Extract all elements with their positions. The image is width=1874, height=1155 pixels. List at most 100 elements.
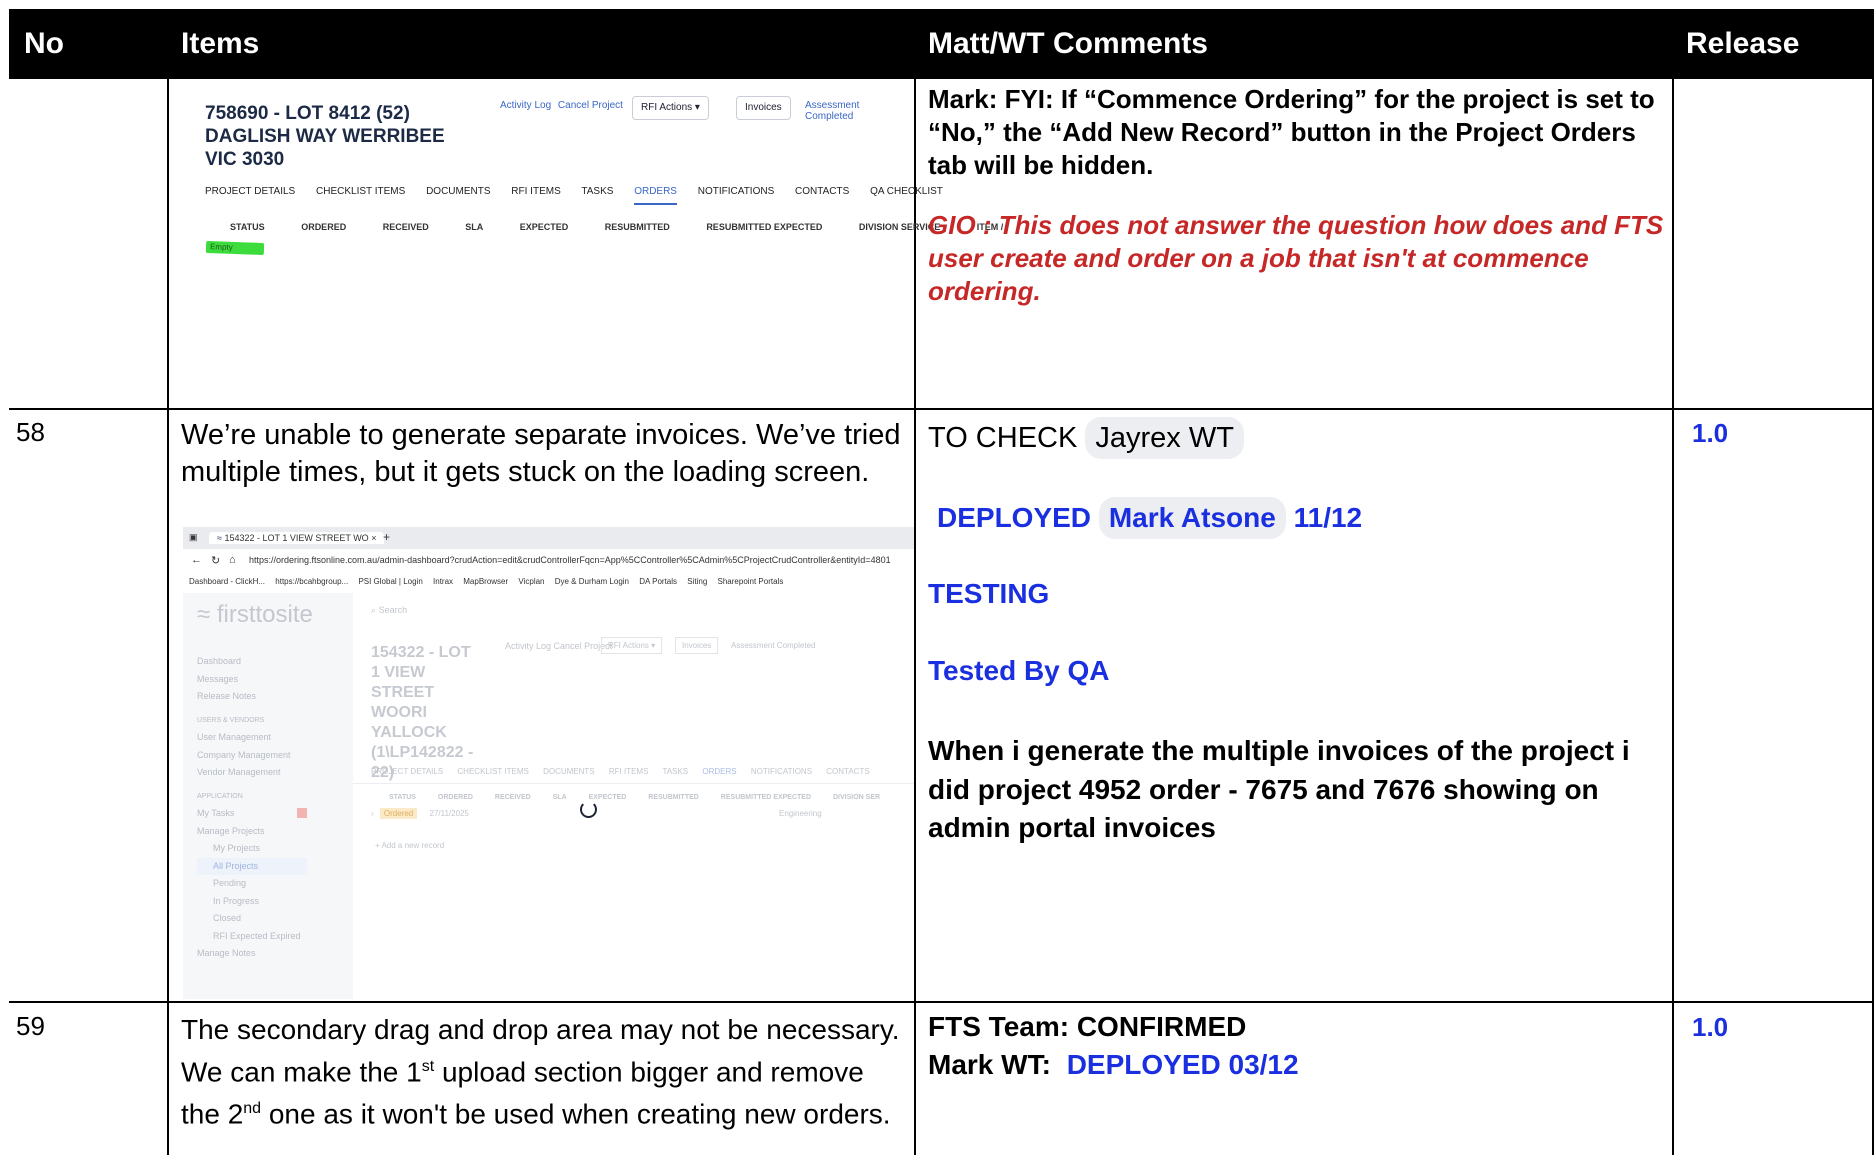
back-icon[interactable]: ← (191, 554, 202, 566)
bookmark-item[interactable]: https://bcahbgroup... (275, 577, 348, 586)
close-icon[interactable]: × (371, 533, 376, 543)
project-tabs: PROJECT DETAILS CHECKLIST ITEMS DOCUMENT… (371, 767, 870, 776)
sidebar-item-rfi-expired[interactable]: RFI Expected Expired (197, 928, 307, 946)
tab-rfi-items[interactable]: RFI ITEMS (609, 767, 649, 776)
expand-icon[interactable]: › (371, 809, 374, 818)
comment-testing: TESTING (928, 578, 1050, 609)
grid-line (9, 408, 1874, 410)
sidebar-item-my-projects[interactable]: My Projects (197, 840, 307, 858)
tab-documents[interactable]: DOCUMENTS (543, 767, 595, 776)
tab-orders[interactable]: ORDERS (634, 186, 677, 205)
tab-contacts[interactable]: CONTACTS (795, 186, 849, 197)
bookmark-item[interactable]: Sharepoint Portals (718, 577, 784, 586)
column-header: EXPECTED (519, 222, 569, 232)
tab-documents[interactable]: DOCUMENTS (426, 186, 490, 197)
tab-contacts[interactable]: CONTACTS (826, 767, 869, 776)
tabs-divider (353, 783, 914, 784)
column-header: STATUS (230, 222, 265, 232)
tab-notifications[interactable]: NOTIFICATIONS (698, 186, 774, 197)
tab-qa-checklist[interactable]: QA CHECKLIST (870, 186, 943, 197)
project-title: 758690 - LOT 8412 (52) DAGLISH WAY WERRI… (205, 103, 445, 170)
sidebar-item-all-projects[interactable]: All Projects (197, 857, 308, 875)
url-field[interactable]: https://ordering.ftsonline.com.au/admin-… (249, 555, 891, 565)
sidebar-item-manage-notes[interactable]: Manage Notes (197, 945, 307, 963)
bookmark-item[interactable]: DA Portals (639, 577, 677, 586)
sidebar-item-messages[interactable]: Messages (197, 671, 307, 689)
row-service: Engineering (779, 809, 822, 818)
bookmarks-bar: Dashboard - ClickH... https://bcahbgroup… (183, 573, 914, 594)
sidebar-item-dashboard[interactable]: Dashboard (197, 653, 307, 671)
reload-icon[interactable]: ↻ (211, 554, 220, 567)
browser-tab[interactable]: ≈ 154322 - LOT 1 VIEW STREET WO × (209, 532, 385, 544)
sidebar-item-vendor-management[interactable]: Vendor Management (197, 764, 307, 782)
deployed-date: 11/12 (1293, 502, 1363, 533)
sidebar-item-company-management[interactable]: Company Management (197, 747, 307, 765)
sidebar-item-release-notes[interactable]: Release Notes (197, 688, 307, 706)
deployer-chip[interactable]: Mark Atsone (1098, 497, 1286, 539)
bookmark-item[interactable]: MapBrowser (463, 577, 508, 586)
activity-log-link[interactable]: Activity Log (500, 100, 551, 111)
sidebar-item-in-progress[interactable]: In Progress (197, 893, 307, 911)
bookmark-item[interactable]: Vicplan (518, 577, 544, 586)
new-tab-icon[interactable]: + (383, 530, 390, 544)
sidebar-item-closed[interactable]: Closed (197, 910, 307, 928)
header-items: Items (181, 27, 260, 60)
browser-screenshot: ▣ ≈ 154322 - LOT 1 VIEW STREET WO × + ← … (183, 527, 914, 999)
home-icon[interactable]: ⌂ (229, 554, 236, 566)
comment-gio: GIO : This does not answer the question … (928, 210, 1664, 306)
sidebar-item-user-management[interactable]: User Management (197, 729, 307, 747)
sidebar-item-manage-projects[interactable]: Manage Projects (197, 823, 307, 841)
browser-tab-bar: ▣ ≈ 154322 - LOT 1 VIEW STREET WO × + (183, 527, 914, 549)
status-text: Assessment Completed (805, 100, 860, 122)
tab-project-details[interactable]: PROJECT DETAILS (371, 767, 443, 776)
document-page: No Items Matt/WT Comments Release 758690… (0, 0, 1874, 1155)
bookmark-item[interactable]: Intrax (433, 577, 453, 586)
release-version: 1.0 (1692, 1012, 1729, 1042)
activity-log-link[interactable]: Activity Log (505, 641, 551, 651)
rfi-actions-button[interactable]: RFI Actions ▾ (632, 96, 709, 120)
assignee-chip[interactable]: Jayrex WT (1085, 417, 1244, 459)
column-header: SLA (465, 222, 484, 232)
invoices-button[interactable]: Invoices (736, 96, 791, 120)
search-placeholder: Search (378, 605, 408, 615)
column-header: ORDERED (301, 222, 347, 232)
search-box[interactable]: ⌕ Search (371, 605, 407, 616)
tab-rfi-items[interactable]: RFI ITEMS (511, 186, 560, 197)
item-description: The secondary drag and drop area may not… (181, 1011, 906, 1133)
tab-checklist-items[interactable]: CHECKLIST ITEMS (457, 767, 528, 776)
loading-spinner-icon (580, 801, 597, 818)
bookmark-item[interactable]: PSI Global | Login (358, 577, 422, 586)
invoices-button[interactable]: Invoices (675, 637, 719, 654)
bookmark-item[interactable]: Dye & Durham Login (555, 577, 629, 586)
tab-tasks[interactable]: TASKS (663, 767, 689, 776)
comment-mark-fyi: Mark: FYI: If “Commence Ordering” for th… (928, 84, 1655, 180)
tab-orders[interactable]: ORDERS (702, 767, 736, 776)
orders-columns: STATUS ORDERED RECEIVED SLA EXPECTED RES… (389, 794, 880, 801)
sidebar-item-label: My Tasks (197, 808, 235, 818)
project-links: Activity Log Cancel Project (500, 100, 623, 111)
grid-line (914, 79, 916, 1155)
tab-project-details[interactable]: PROJECT DETAILS (205, 186, 295, 197)
sidebar-item-my-tasks[interactable]: My Tasks (197, 805, 308, 823)
sidebar-item-pending[interactable]: Pending (197, 875, 307, 893)
header-no: No (24, 27, 64, 60)
table-header: No Items Matt/WT Comments Release (9, 9, 1874, 79)
tab-notifications[interactable]: NOTIFICATIONS (751, 767, 812, 776)
cancel-project-link[interactable]: Cancel Project (558, 100, 623, 111)
rfi-actions-label: RFI Actions (608, 641, 649, 650)
grid-line (9, 1001, 1874, 1003)
orders-columns: STATUS ORDERED RECEIVED SLA EXPECTED RES… (230, 222, 1003, 232)
item-description: We’re unable to generate separate invoic… (181, 419, 901, 488)
add-record-link[interactable]: + Add a new record (375, 841, 444, 850)
app-logo: ≈ firsttosite (197, 601, 313, 629)
column-header: RESUBMITTED (604, 222, 670, 232)
status-badge: Ordered (379, 808, 418, 819)
site-icon: ≈ (217, 533, 222, 543)
bookmark-item[interactable]: Dashboard - ClickH... (189, 577, 265, 586)
orders-tab-screenshot: 758690 - LOT 8412 (52) DAGLISH WAY WERRI… (190, 82, 1003, 320)
bookmark-item[interactable]: Siting (687, 577, 707, 586)
table-row[interactable]: › Ordered 27/11/2025 Engineering (371, 808, 914, 829)
tab-checklist-items[interactable]: CHECKLIST ITEMS (316, 186, 405, 197)
rfi-actions-button[interactable]: RFI Actions ▾ (601, 637, 663, 654)
tab-tasks[interactable]: TASKS (581, 186, 613, 197)
